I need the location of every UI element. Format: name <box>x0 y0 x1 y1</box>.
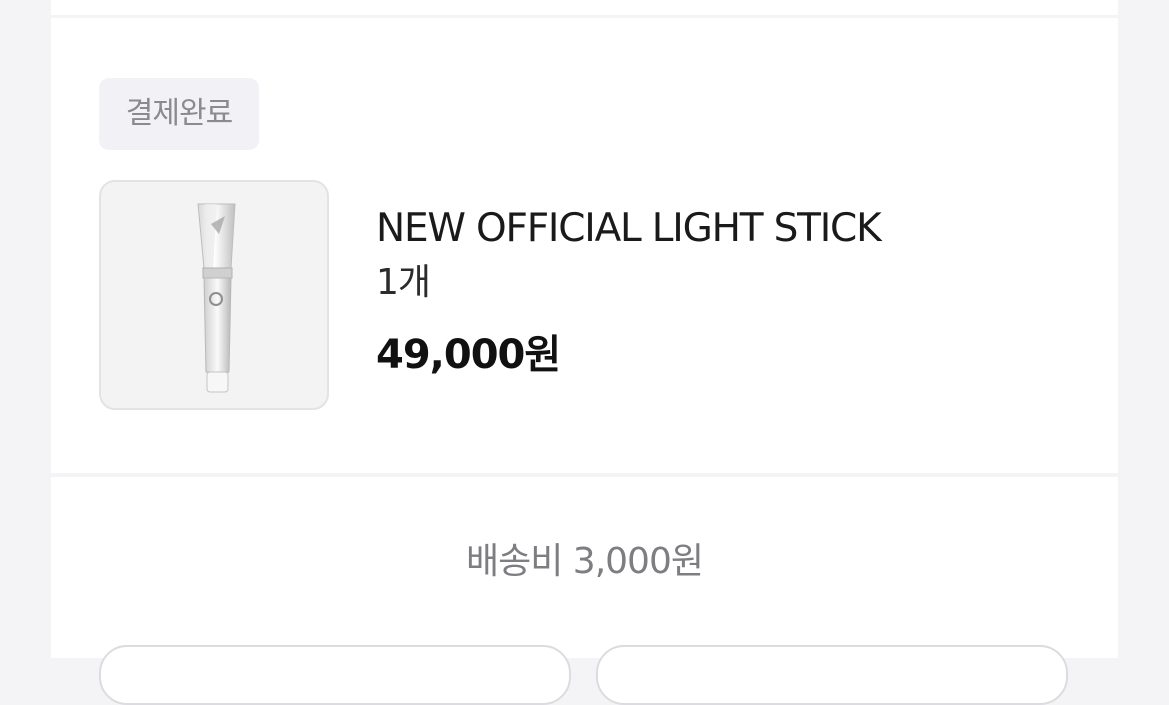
previous-section-card <box>51 0 1118 15</box>
left-action-button[interactable] <box>99 645 571 705</box>
product-price: 49,000원 <box>376 332 561 378</box>
order-status-badge: 결제완료 <box>99 78 259 150</box>
shipping-card: 배송비 3,000원 <box>51 477 1118 705</box>
shipping-fee: 배송비 3,000원 <box>466 541 704 582</box>
product-info: NEW OFFICIAL LIGHT STICK 1개 49,000원 <box>376 204 1076 380</box>
product-quantity: 1개 <box>376 262 431 303</box>
order-item-card: 결제완료 NEW OFFICIAL LIGHT STICK 1개 49,000원 <box>51 18 1118 473</box>
product-name[interactable]: NEW OFFICIAL LIGHT STICK <box>376 204 1076 254</box>
right-action-button[interactable] <box>596 645 1068 705</box>
product-thumbnail[interactable] <box>99 180 329 410</box>
light-stick-image <box>197 203 236 393</box>
